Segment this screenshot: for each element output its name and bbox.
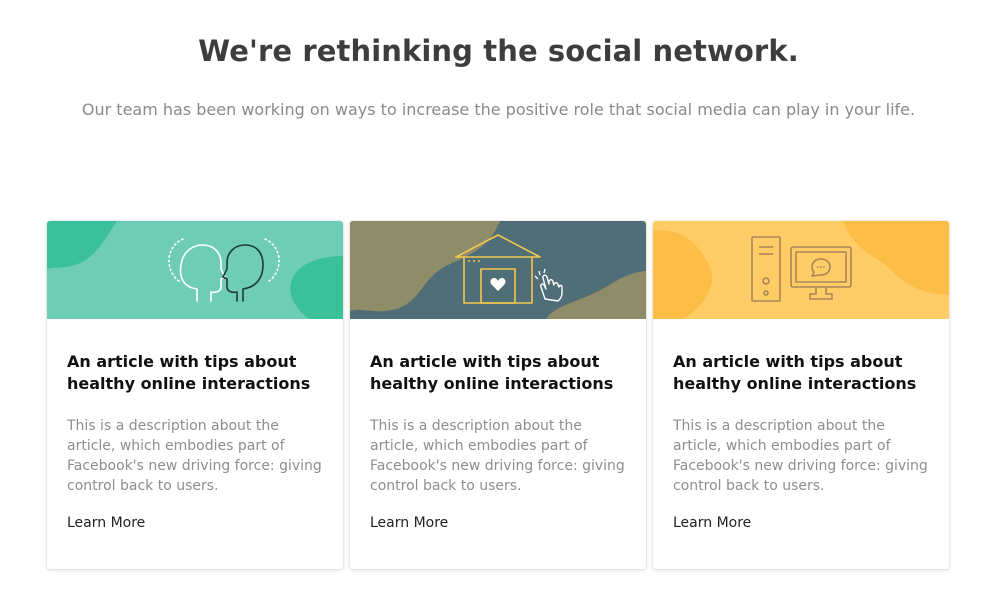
card-title: An article with tips about healthy onlin… (673, 352, 917, 393)
card-description: This is a description about the article,… (370, 418, 625, 494)
card-title: An article with tips about healthy onlin… (67, 352, 311, 393)
learn-more-link[interactable]: Learn More (67, 515, 145, 531)
card-description: This is a description about the article,… (673, 418, 928, 494)
page-subtitle: Our team has been working on ways to inc… (81, 100, 916, 119)
article-card: An article with tips about healthy onlin… (350, 221, 646, 569)
card-banner-image (653, 221, 949, 319)
learn-more-link[interactable]: Learn More (673, 515, 751, 531)
article-card: An article with tips about healthy onlin… (653, 221, 949, 569)
article-card: An article with tips about healthy onlin… (47, 221, 343, 569)
card-banner-image (350, 221, 646, 319)
page-title: We're rethinking the social network. (198, 34, 799, 68)
learn-more-link[interactable]: Learn More (370, 515, 448, 531)
card-banner-image (47, 221, 343, 319)
card-title: An article with tips about healthy onlin… (370, 352, 614, 393)
card-description: This is a description about the article,… (67, 418, 322, 494)
